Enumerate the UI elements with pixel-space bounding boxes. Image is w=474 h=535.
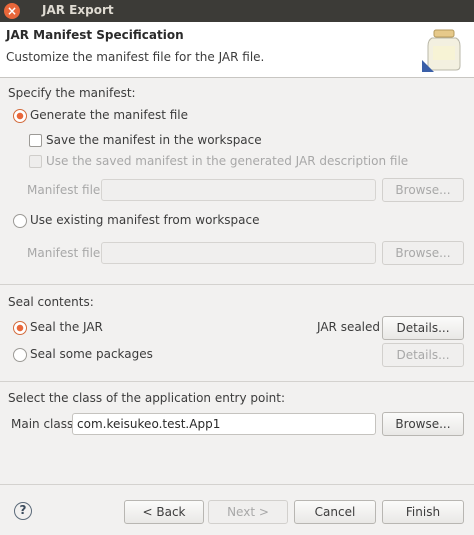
seal-packages-radio[interactable] — [13, 348, 27, 362]
details-button-1[interactable]: Details... — [382, 316, 464, 340]
page-title: JAR Manifest Specification — [6, 28, 184, 42]
browse-main-class-button[interactable]: Browse... — [382, 412, 464, 436]
jar-sealed-status: JAR sealed — [317, 320, 381, 334]
back-button[interactable]: < Back — [124, 500, 204, 524]
use-saved-manifest-checkbox[interactable] — [29, 155, 42, 168]
use-saved-manifest-label: Use the saved manifest in the generated … — [46, 154, 409, 168]
window-title: JAR Export — [42, 3, 114, 17]
main-class-input[interactable]: com.keisukeo.test.App1 — [72, 413, 376, 435]
generate-manifest-label[interactable]: Generate the manifest file — [30, 108, 188, 122]
footer-divider — [0, 484, 474, 485]
existing-manifest-radio[interactable] — [13, 214, 27, 228]
wizard-header: JAR Manifest Specification Customize the… — [0, 22, 474, 78]
details-button-2[interactable]: Details... — [382, 343, 464, 367]
existing-manifest-label[interactable]: Use existing manifest from workspace — [30, 213, 260, 227]
manifest-file-label-2: Manifest file: — [27, 246, 105, 260]
generate-manifest-radio[interactable] — [13, 109, 27, 123]
close-icon[interactable]: × — [4, 3, 20, 19]
seal-packages-label[interactable]: Seal some packages — [30, 347, 153, 361]
seal-jar-label[interactable]: Seal the JAR — [30, 320, 103, 334]
main-class-label: Main class: — [11, 417, 78, 431]
page-description: Customize the manifest file for the JAR … — [6, 50, 265, 64]
seal-jar-radio[interactable] — [13, 321, 27, 335]
browse-button-2[interactable]: Browse... — [382, 241, 464, 265]
save-manifest-label[interactable]: Save the manifest in the workspace — [46, 133, 262, 147]
browse-button-1[interactable]: Browse... — [382, 178, 464, 202]
specify-manifest-label: Specify the manifest: — [8, 86, 136, 100]
section-divider — [0, 381, 474, 382]
jar-icon — [422, 29, 461, 72]
next-button[interactable]: Next > — [208, 500, 288, 524]
title-bar: × JAR Export — [0, 0, 474, 22]
cancel-button[interactable]: Cancel — [294, 500, 376, 524]
section-divider — [0, 284, 474, 285]
seal-contents-label: Seal contents: — [8, 295, 94, 309]
help-icon[interactable]: ? — [14, 502, 32, 520]
manifest-file-label-1: Manifest file: — [27, 183, 105, 197]
save-manifest-checkbox[interactable] — [29, 134, 42, 147]
manifest-file-input-1[interactable] — [101, 179, 376, 201]
finish-button[interactable]: Finish — [382, 500, 464, 524]
entry-point-label: Select the class of the application entr… — [8, 391, 286, 405]
manifest-file-input-2[interactable] — [101, 242, 376, 264]
